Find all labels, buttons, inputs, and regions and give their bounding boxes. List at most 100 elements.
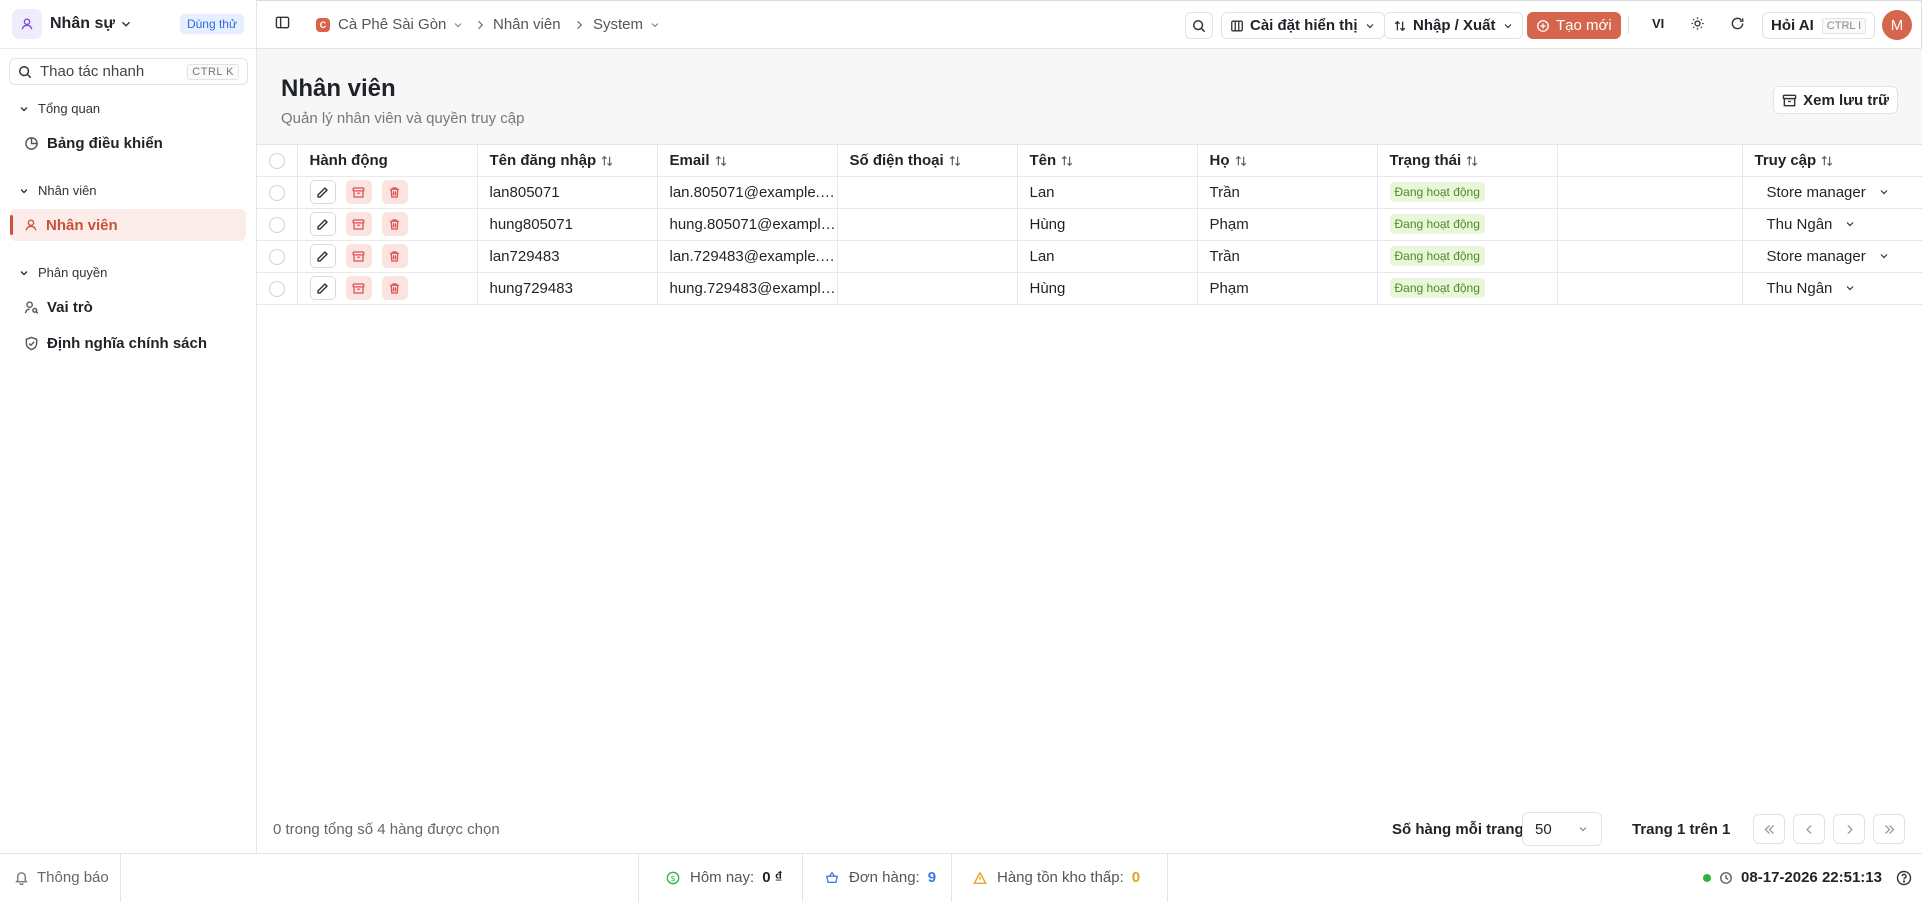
archive-button[interactable] (345, 276, 372, 300)
table-row[interactable]: lan805071 lan.805071@example.com Lan Trầ… (257, 176, 1922, 209)
trash-icon (390, 250, 400, 262)
archive-button[interactable] (345, 244, 372, 268)
quick-action-placeholder: Thao tác nhanh (40, 63, 145, 80)
delete-button[interactable] (381, 180, 408, 204)
row-checkbox[interactable] (269, 184, 285, 201)
access-role-select[interactable]: Store manager (1755, 184, 1890, 201)
row-checkbox[interactable] (269, 248, 285, 265)
sidebar-item-roles[interactable]: Vai trò (10, 291, 246, 323)
refresh-icon[interactable] (1730, 16, 1745, 34)
nav-group-label: Tổng quan (38, 101, 101, 116)
page-title: Nhân viên (281, 75, 396, 102)
chevron-down-icon (1504, 23, 1511, 28)
access-cell: Store manager (1742, 176, 1922, 209)
row-checkbox[interactable] (269, 216, 285, 233)
archive-button[interactable] (345, 180, 372, 204)
sidebar-toggle-icon[interactable] (275, 15, 290, 33)
language-switch[interactable]: VI (1652, 16, 1664, 31)
avatar[interactable]: M (1882, 10, 1912, 40)
previous-page-button[interactable] (1793, 814, 1825, 844)
breadcrumb-store[interactable]: C Cà Phê Sài Gòn (316, 16, 464, 33)
delete-button[interactable] (381, 276, 408, 300)
chevron-down-icon (1579, 827, 1587, 832)
user-icon (25, 219, 37, 231)
delete-button[interactable] (381, 244, 408, 268)
col-email[interactable]: Email (657, 145, 838, 177)
trash-icon (390, 282, 400, 294)
access-role-select[interactable]: Thu Ngân (1755, 280, 1857, 297)
edit-button[interactable] (309, 212, 336, 236)
delete-button[interactable] (381, 212, 408, 236)
col-last-name[interactable]: Họ (1197, 145, 1378, 177)
create-new-button[interactable]: Tạo mới (1527, 12, 1621, 39)
notifications-button[interactable]: Thông báo (14, 869, 109, 886)
col-username[interactable]: Tên đăng nhập (477, 145, 658, 177)
datetime-value: 08-17-2026 22:51:13 (1741, 869, 1882, 886)
col-access[interactable]: Truy cập (1742, 145, 1922, 177)
help-icon[interactable] (1896, 870, 1912, 889)
access-role-value: Thu Ngân (1766, 215, 1833, 233)
next-page-button[interactable] (1833, 814, 1865, 844)
sidebar-item-dashboard[interactable]: Bảng điều khiển (10, 127, 246, 159)
page-header: Nhân viên Quản lý nhân viên và quyền tru… (257, 49, 1922, 145)
access-role-select[interactable]: Thu Ngân (1755, 216, 1857, 233)
email-cell: hung.805071@example.com (657, 208, 838, 241)
sidebar-item-staff[interactable]: Nhân viên (10, 209, 246, 241)
status-badge: Đang hoạt động (1389, 182, 1485, 202)
chevron-down-icon (1846, 222, 1854, 227)
columns-icon (1231, 20, 1243, 31)
archive-icon (352, 250, 365, 262)
selection-count: 0 trong tổng số 4 hàng được chọn (273, 821, 500, 838)
status-cell: Đang hoạt động (1377, 176, 1558, 209)
edit-button[interactable] (309, 180, 336, 204)
table-row[interactable]: hung805071 hung.805071@example.com Hùng … (257, 208, 1922, 241)
table-row[interactable]: hung729483 hung.729483@example.com Hùng … (257, 272, 1922, 305)
divider (120, 854, 121, 902)
archive-button[interactable] (345, 212, 372, 236)
chevron-down-icon (1846, 286, 1854, 291)
access-cell: Thu Ngân (1742, 208, 1922, 241)
access-role-select[interactable]: Store manager (1755, 248, 1890, 265)
page-indicator: Trang 1 trên 1 (1632, 821, 1731, 838)
row-checkbox[interactable] (269, 280, 285, 297)
col-status[interactable]: Trạng thái (1377, 145, 1558, 177)
col-first-name[interactable]: Tên (1017, 145, 1198, 177)
search-button[interactable] (1185, 12, 1213, 39)
module-switcher[interactable]: Nhân sự Dùng thử (0, 0, 256, 49)
display-settings-button[interactable]: Cài đặt hiển thị (1221, 12, 1385, 39)
theme-toggle-icon[interactable] (1690, 16, 1705, 34)
edit-button[interactable] (309, 276, 336, 300)
import-export-button[interactable]: Nhập / Xuất (1384, 12, 1523, 39)
extra-cell (1557, 272, 1743, 305)
sidebar-item-policies[interactable]: Định nghĩa chính sách (10, 327, 246, 359)
edit-button[interactable] (309, 244, 336, 268)
nav-group-permissions[interactable]: Phân quyền (18, 265, 107, 280)
chevron-down-icon (1880, 190, 1888, 195)
breadcrumb-system[interactable]: System (593, 16, 661, 33)
chevron-down-icon (20, 270, 28, 275)
table-row[interactable]: lan729483 lan.729483@example.com Lan Trầ… (257, 240, 1922, 273)
rows-per-page-label: Số hàng mỗi trang (1392, 821, 1524, 838)
notifications-label: Thông báo (37, 869, 109, 886)
first-page-button[interactable] (1753, 814, 1785, 844)
nav-group-overview[interactable]: Tổng quan (18, 101, 100, 116)
user-icon (12, 9, 42, 39)
quick-action-search[interactable]: Thao tác nhanh CTRL K (9, 58, 248, 85)
rows-per-page-select[interactable]: 50 (1522, 812, 1602, 846)
last-name-cell: Trần (1197, 176, 1378, 209)
orders-value: 9 (927, 869, 937, 886)
last-page-button[interactable] (1873, 814, 1905, 844)
nav-group-staff[interactable]: Nhân viên (18, 183, 97, 198)
online-indicator (1703, 873, 1712, 882)
view-archive-button[interactable]: Xem lưu trữ (1773, 86, 1898, 114)
row-actions (297, 176, 478, 209)
status-badge: Đang hoạt động (1389, 246, 1485, 266)
chevron-down-icon (454, 22, 462, 27)
nav-group-label: Nhân viên (38, 183, 97, 198)
ask-ai-button[interactable]: Hỏi AI CTRL I (1762, 12, 1876, 39)
chevrons-right-icon (1884, 824, 1894, 834)
select-all-checkbox[interactable] (269, 152, 285, 169)
col-phone[interactable]: Số điện thoại (837, 145, 1018, 177)
ask-ai-label: Hỏi AI (1771, 17, 1814, 34)
breadcrumb-staff[interactable]: Nhân viên (493, 16, 561, 33)
